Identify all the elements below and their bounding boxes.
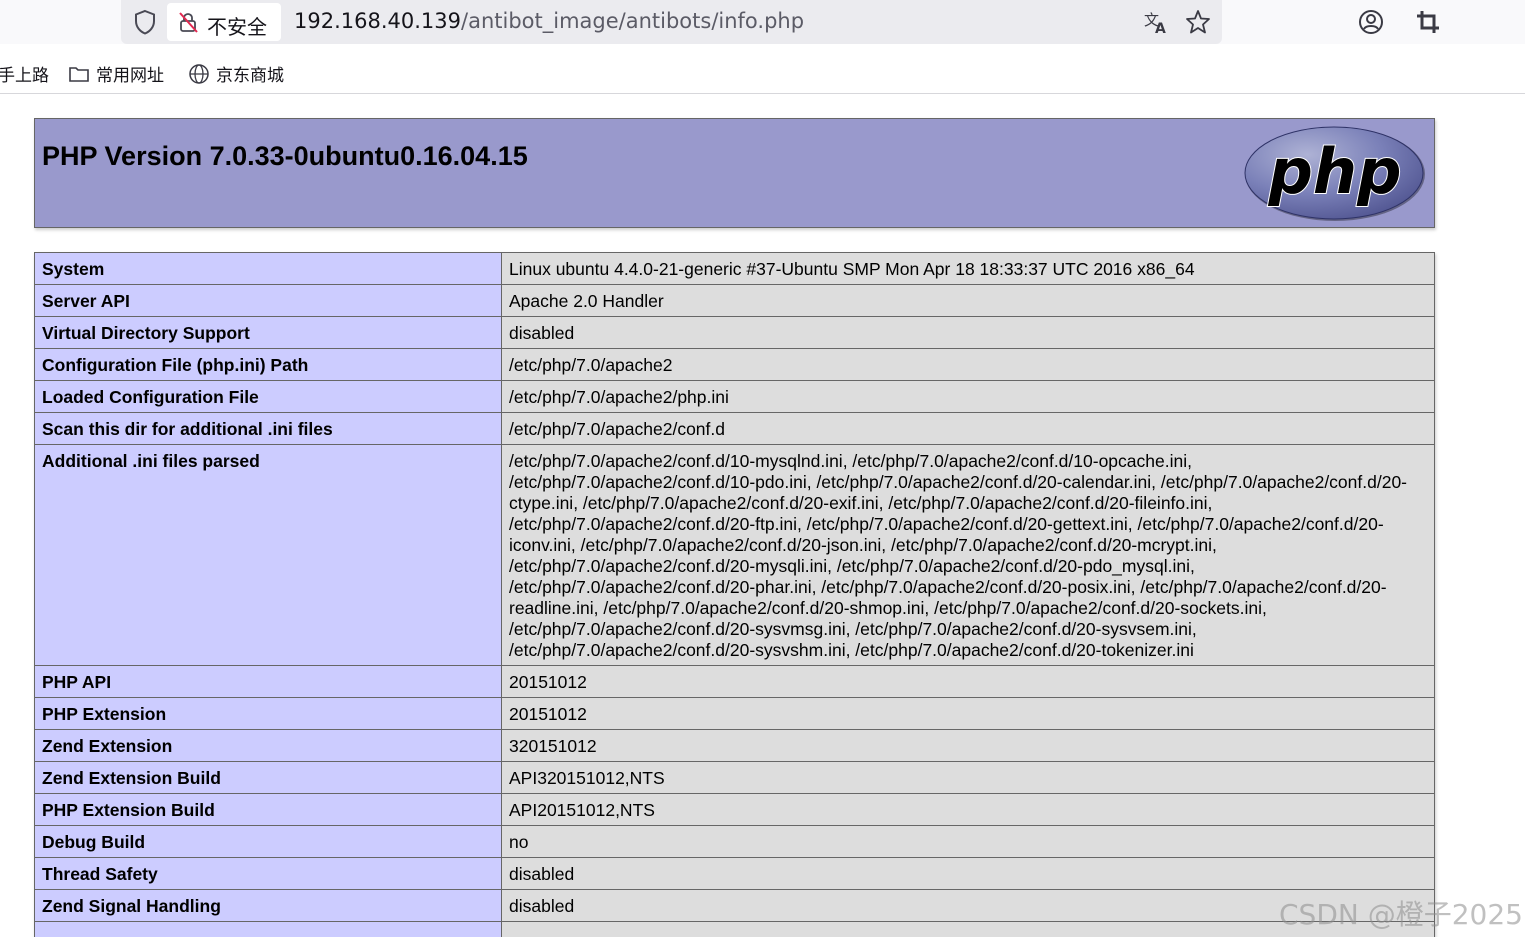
table-row: PHP API 20151012 — [34, 665, 1435, 698]
php-info-table: System Linux ubuntu 4.4.0-21-generic #37… — [34, 252, 1435, 937]
php-version-header: PHP Version 7.0.33-0ubuntu0.16.04.15 php… — [34, 118, 1435, 228]
security-label: 不安全 — [207, 15, 267, 39]
row-value: Apache 2.0 Handler — [501, 284, 1435, 317]
row-key — [34, 921, 502, 937]
table-row: PHP Extension 20151012 — [34, 697, 1435, 730]
url-host: 192.168.40.139 — [294, 9, 461, 33]
row-key: Configuration File (php.ini) Path — [34, 348, 502, 381]
folder-icon — [69, 66, 89, 82]
table-row: Additional .ini files parsed /etc/php/7.… — [34, 444, 1435, 666]
row-value: disabled — [501, 316, 1435, 349]
bookmark-star-icon[interactable] — [1184, 8, 1212, 36]
bookmark-item[interactable]: 手上路 — [0, 61, 49, 86]
row-value: no — [501, 825, 1435, 858]
table-row: System Linux ubuntu 4.4.0-21-generic #37… — [34, 252, 1435, 285]
translate-icon[interactable]: 文 A — [1142, 8, 1170, 36]
bookmark-folder[interactable]: 常用网址 — [68, 61, 164, 86]
row-key: System — [34, 252, 502, 285]
globe-icon — [189, 63, 209, 84]
table-row: Thread Safety disabled — [34, 857, 1435, 890]
bookmark-label: 手上路 — [0, 66, 49, 86]
row-key: Additional .ini files parsed — [34, 444, 502, 666]
table-row: Virtual Directory Support disabled — [34, 316, 1435, 349]
insecure-lock-icon — [179, 12, 198, 33]
row-value: API20151012,NTS — [501, 793, 1435, 826]
url-path: /antibot_image/antibots/info.php — [461, 9, 805, 33]
row-key: Loaded Configuration File — [34, 380, 502, 413]
row-key: Zend Extension — [34, 729, 502, 762]
bookmark-item[interactable]: 京东商城 — [188, 61, 284, 86]
row-value — [501, 921, 1435, 937]
row-value: disabled — [501, 857, 1435, 890]
account-icon[interactable] — [1357, 8, 1385, 36]
table-row: Scan this dir for additional .ini files … — [34, 412, 1435, 445]
row-value: API320151012,NTS — [501, 761, 1435, 794]
row-key: PHP API — [34, 665, 502, 698]
row-value: 320151012 — [501, 729, 1435, 762]
row-value: disabled — [501, 889, 1435, 922]
php-logo[interactable]: php php — [1243, 125, 1427, 223]
row-key: Zend Extension Build — [34, 761, 502, 794]
row-value: /etc/php/7.0/apache2/conf.d/10-mysqlnd.i… — [501, 444, 1435, 666]
table-row: Zend Signal Handling disabled — [34, 889, 1435, 922]
row-value: Linux ubuntu 4.4.0-21-generic #37-Ubuntu… — [501, 252, 1435, 285]
row-key: Server API — [34, 284, 502, 317]
row-value: 20151012 — [501, 697, 1435, 730]
row-value: /etc/php/7.0/apache2/conf.d — [501, 412, 1435, 445]
row-key: Debug Build — [34, 825, 502, 858]
svg-text:A: A — [1155, 21, 1166, 36]
url-text[interactable]: 192.168.40.139/antibot_image/antibots/in… — [294, 9, 804, 33]
toolbar-divider — [0, 93, 1525, 94]
row-key: PHP Extension — [34, 697, 502, 730]
bookmarks-bar: 手上路 常用网址 京东商城 — [0, 54, 1525, 92]
crop-icon[interactable] — [1414, 8, 1442, 36]
table-row: PHP Extension Build API20151012,NTS — [34, 793, 1435, 826]
table-row — [34, 921, 1435, 937]
table-row: Configuration File (php.ini) Path /etc/p… — [34, 348, 1435, 381]
bookmark-label: 京东商城 — [216, 66, 284, 86]
row-value: /etc/php/7.0/apache2 — [501, 348, 1435, 381]
table-row: Debug Build no — [34, 825, 1435, 858]
table-row: Zend Extension 320151012 — [34, 729, 1435, 762]
row-value: /etc/php/7.0/apache2/php.ini — [501, 380, 1435, 413]
bookmark-label: 常用网址 — [96, 66, 164, 86]
row-key: Zend Signal Handling — [34, 889, 502, 922]
table-row: Loaded Configuration File /etc/php/7.0/a… — [34, 380, 1435, 413]
row-value: 20151012 — [501, 665, 1435, 698]
shield-icon[interactable] — [132, 8, 158, 36]
row-key: Virtual Directory Support — [34, 316, 502, 349]
site-security-indicator[interactable]: 不安全 — [167, 3, 281, 41]
row-key: Scan this dir for additional .ini files — [34, 412, 502, 445]
browser-toolbar: 不安全 192.168.40.139/antibot_image/antibot… — [0, 0, 1525, 44]
table-row: Zend Extension Build API320151012,NTS — [34, 761, 1435, 794]
row-key: Thread Safety — [34, 857, 502, 890]
row-key: PHP Extension Build — [34, 793, 502, 826]
svg-text:php: php — [1268, 135, 1402, 208]
page-title: PHP Version 7.0.33-0ubuntu0.16.04.15 — [42, 141, 528, 171]
table-row: Server API Apache 2.0 Handler — [34, 284, 1435, 317]
